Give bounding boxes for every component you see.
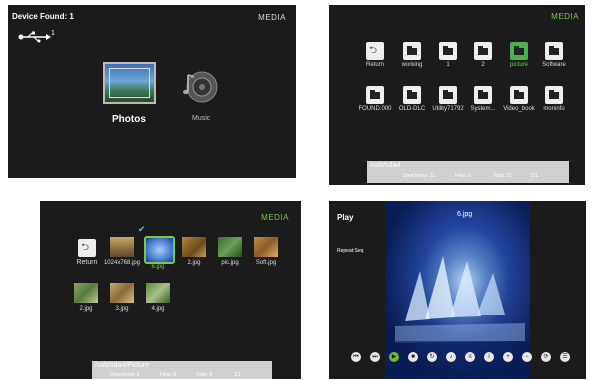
thumb-label: 2.jpg (187, 260, 201, 266)
folder-icon (439, 86, 457, 104)
playback-controls: ⏮ ⏭ ▶ ■ ↻ ♪ ≡ i + − ⟳ ☰ (351, 350, 579, 366)
folder-tile[interactable]: Video_book (503, 86, 535, 112)
photo-viewer-screen: Play Repeat:Seq 6.jpg ⏮ ⏭ ▶ ■ ↻ ♪ ≡ i + … (329, 201, 586, 379)
checkmark-icon: ✔ (138, 224, 146, 234)
folder-tile[interactable]: OLD-DLC (399, 86, 425, 112)
music-note-icon[interactable]: ♪ (446, 352, 456, 362)
playlist-icon[interactable]: ≡ (465, 352, 475, 362)
device-found-title: Device Found: 1 (12, 12, 74, 21)
folder-tile[interactable]: moninfo (541, 86, 567, 112)
play-pause-icon[interactable]: ▶ (389, 352, 399, 362)
total-count: Total: 11 (493, 173, 512, 179)
media-label: MEDIA (261, 213, 289, 222)
image-thumbnail[interactable]: 2.jpg (74, 283, 98, 312)
folder-tile[interactable]: FOUND.000 (358, 86, 392, 112)
tile-label: moninfo (543, 106, 565, 112)
current-path: /usb/sda4/Picture (95, 362, 150, 369)
folder-icon (545, 42, 563, 60)
tile-label: Software (542, 62, 566, 68)
return-icon: ⮌ (366, 42, 384, 60)
folder-icon (403, 42, 421, 60)
image-thumbnail[interactable]: pic.jpg (218, 237, 242, 266)
image-thumbnail[interactable]: 3.jpg (110, 283, 134, 312)
folder-icon (403, 86, 421, 104)
folder-icon (474, 86, 492, 104)
folder-icon (510, 42, 528, 60)
status-bar: /usb/sda4 Directories: 11 Files: 0 Total… (367, 161, 569, 183)
next-icon[interactable]: ⏭ (370, 352, 380, 362)
thumb-label: 1024x768.jpg (103, 260, 141, 266)
folder-tile[interactable]: Software (541, 42, 567, 68)
files-count: Files: 0 (455, 173, 472, 179)
usb-count: 1 (51, 30, 55, 37)
page-indicator: 1/1 (234, 372, 241, 378)
thumb-label: 2.jpg (79, 306, 93, 312)
zoom-out-icon[interactable]: − (522, 352, 532, 362)
thumb-label: 6.jpg (151, 264, 165, 270)
folder-icon (545, 86, 563, 104)
folder-icon (439, 42, 457, 60)
directories-count: Directories: 0 (110, 372, 140, 378)
thumb-label: Soft.jpg (255, 260, 277, 266)
image-thumbnail[interactable]: 1024x768.jpg (104, 237, 140, 266)
music-icon[interactable] (180, 67, 220, 107)
picture-browser-screen: MEDIA ⮌ Return 1024x768.jpg ✔ 6.jpg 2.jp… (40, 201, 301, 379)
files-count: Files: 8 (160, 372, 177, 378)
current-path: /usb/sda4 (370, 162, 401, 169)
zoom-in-icon[interactable]: + (503, 352, 513, 362)
image-thumbnail-selected[interactable]: 6.jpg (144, 236, 175, 270)
total-count: Total: 8 (196, 372, 213, 378)
image-thumbnail[interactable]: 2.jpg (182, 237, 206, 266)
file-name: 6.jpg (457, 211, 473, 218)
folder-icon (474, 42, 492, 60)
media-label: MEDIA (551, 12, 579, 21)
folder-tile[interactable]: Utility71792 (432, 86, 464, 112)
thumb-label: pic.jpg (221, 260, 239, 266)
folder-icon (510, 86, 528, 104)
folder-browser-screen: MEDIA ⮌ Return working 1 2 picture Softw… (329, 5, 585, 185)
photos-label[interactable]: Photos (112, 114, 146, 125)
return-icon: ⮌ (78, 239, 96, 257)
status-bar: /usb/sda4/Picture Directories: 0 Files: … (92, 361, 272, 379)
image-thumbnail[interactable]: Soft.jpg (254, 237, 278, 266)
folder-icon (366, 86, 384, 104)
folder-tile[interactable]: working (399, 42, 425, 68)
thumb-label: 3.jpg (115, 306, 129, 312)
info-icon[interactable]: i (484, 352, 494, 362)
menu-icon[interactable]: ☰ (560, 352, 570, 362)
usb-icon: 1 (18, 30, 55, 48)
play-label: Play (337, 213, 354, 222)
page-indicator: 1/1 (531, 173, 538, 179)
return-tile[interactable]: ⮌ Return (362, 42, 388, 68)
return-tile[interactable]: ⮌ Return (74, 239, 100, 266)
folder-tile[interactable]: 2 (470, 42, 496, 68)
previous-icon[interactable]: ⏮ (351, 352, 361, 362)
media-label: MEDIA (258, 13, 286, 22)
repeat-icon[interactable]: ↻ (427, 352, 437, 362)
stop-icon[interactable]: ■ (408, 352, 418, 362)
directories-count: Directories: 11 (403, 173, 435, 179)
repeat-mode: Repeat:Seq (337, 248, 364, 254)
thumb-label: 4.jpg (151, 306, 165, 312)
photos-icon[interactable] (103, 62, 156, 104)
device-found-screen: Device Found: 1 MEDIA 1 Photos Music (8, 5, 296, 178)
music-label[interactable]: Music (192, 115, 210, 122)
folder-tile[interactable]: System... (470, 86, 496, 112)
image-thumbnail[interactable]: 4.jpg (146, 283, 170, 312)
folder-tile-selected[interactable]: picture (506, 42, 532, 68)
folder-tile[interactable]: 1 (435, 42, 461, 68)
rotate-icon[interactable]: ⟳ (541, 352, 551, 362)
